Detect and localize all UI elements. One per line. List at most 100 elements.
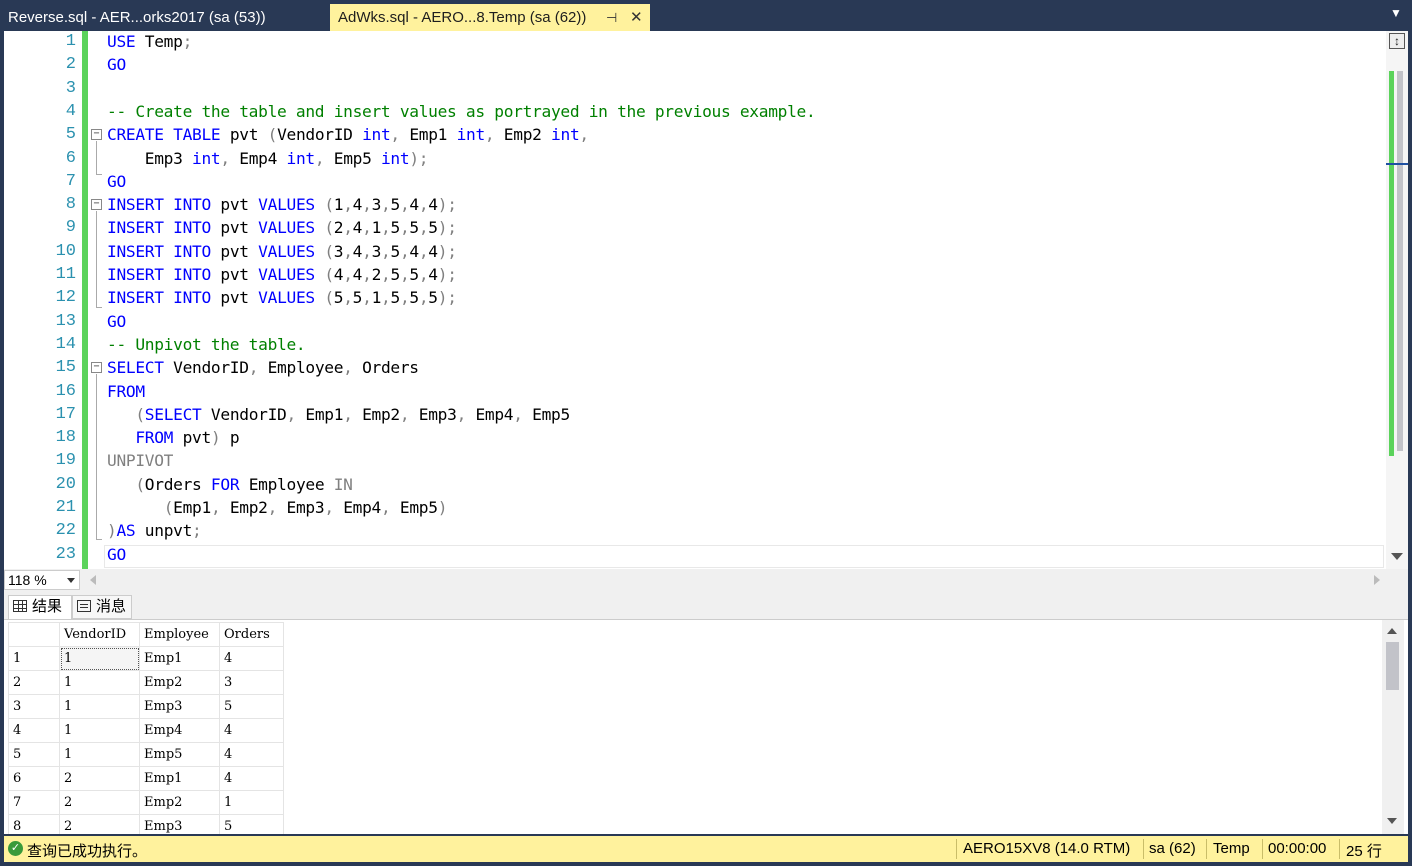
collapse-icon[interactable]: − — [91, 199, 102, 210]
grid-cell[interactable]: 4 — [219, 742, 284, 767]
grid-cell[interactable]: Emp3 — [139, 814, 220, 834]
tab-adwks-sql[interactable]: AdWks.sql - AERO...8.Temp (sa (62)) ⊣ ✕ — [330, 4, 650, 31]
scroll-down-icon[interactable] — [1387, 818, 1397, 824]
code-line[interactable]: USE Temp; — [107, 31, 192, 53]
code-line[interactable]: -- Unpivot the table. — [107, 333, 306, 356]
code-line[interactable]: FROM — [107, 380, 145, 403]
grid-cell[interactable]: 2 — [59, 790, 140, 815]
row-number[interactable]: 8 — [8, 814, 60, 834]
chevron-down-icon[interactable] — [67, 578, 75, 583]
grid-cell[interactable]: 1 — [59, 718, 140, 743]
results-vertical-scrollbar[interactable] — [1382, 620, 1404, 834]
column-header[interactable]: Employee — [139, 622, 220, 647]
grid-cell[interactable]: 1 — [59, 670, 140, 695]
code-token: , — [399, 195, 410, 215]
status-rows: 25 行 — [1346, 843, 1382, 860]
editor-horizontal-scrollbar[interactable] — [90, 574, 1380, 586]
table-row[interactable]: 5 1 Emp5 4 — [8, 742, 284, 767]
grid-cell[interactable]: Emp2 — [139, 670, 220, 695]
tab-reverse-sql[interactable]: Reverse.sql - AER...orks2017 (sa (53)) — [0, 4, 328, 31]
code-line[interactable]: GO — [107, 543, 126, 566]
grid-cell[interactable]: 4 — [219, 718, 284, 743]
code-line[interactable]: )AS unpvt; — [107, 519, 202, 542]
sql-editor[interactable]: 1 2 3 4 5 6 7 8 9 10 11 12 13 14 15 16 17 18 19 20 21 22 23 − … — [4, 31, 1408, 569]
column-header[interactable]: VendorID — [59, 622, 140, 647]
code-line[interactable]: (Emp1, Emp2, Emp3, Emp4, Emp5) — [107, 496, 448, 519]
code-line[interactable]: INSERT INTO pvt VALUES (4,4,2,5,5,4); — [107, 263, 457, 286]
code-line[interactable]: CREATE TABLE pvt (VendorID int, Emp1 int… — [107, 123, 589, 146]
column-header[interactable]: Orders — [219, 622, 284, 647]
pin-icon[interactable]: ⊣ — [606, 4, 617, 31]
results-grid[interactable]: VendorID Employee Orders 1 1 Emp1 4 2 1 Emp2 3 3… — [8, 622, 284, 834]
grid-cell[interactable]: Emp3 — [139, 694, 220, 719]
table-row[interactable]: 3 1 Emp3 5 — [8, 694, 284, 719]
zoom-select[interactable]: 118 % — [4, 570, 80, 590]
grid-cell[interactable]: 5 — [219, 814, 284, 834]
row-number[interactable]: 2 — [8, 670, 60, 695]
table-row[interactable]: 7 2 Emp2 1 — [8, 790, 284, 815]
code-token: , — [248, 358, 259, 378]
code-line[interactable]: GO — [107, 170, 126, 193]
scroll-left-icon[interactable] — [90, 575, 96, 585]
code-line[interactable]: (Orders FOR Employee IN — [107, 473, 353, 496]
scrollbar-thumb[interactable] — [1386, 642, 1399, 690]
row-number-header[interactable] — [8, 622, 60, 647]
grid-cell[interactable]: Emp2 — [139, 790, 220, 815]
code-token: SELECT — [144, 404, 202, 424]
collapse-icon[interactable]: − — [91, 362, 102, 373]
grid-cell[interactable]: 4 — [219, 766, 284, 791]
code-line[interactable]: INSERT INTO pvt VALUES (3,4,3,5,4,4); — [107, 240, 457, 263]
scroll-up-icon[interactable] — [1387, 628, 1397, 634]
grid-cell[interactable]: Emp4 — [139, 718, 220, 743]
grid-cell[interactable]: 4 — [219, 646, 284, 671]
scroll-right-icon[interactable] — [1374, 575, 1380, 585]
grid-icon — [13, 600, 27, 612]
code-line[interactable]: GO — [107, 53, 126, 76]
grid-cell[interactable]: 5 — [219, 694, 284, 719]
code-line[interactable]: UNPIVOT — [107, 449, 173, 472]
scrollbar-change-map — [1389, 71, 1394, 456]
code-line[interactable]: -- Create the table and insert values as… — [107, 100, 816, 123]
code-token: ); — [409, 148, 429, 168]
code-line[interactable]: SELECT VendorID, Employee, Orders — [107, 356, 419, 379]
grid-cell[interactable]: Emp5 — [139, 742, 220, 767]
code-line[interactable]: GO — [107, 310, 126, 333]
scroll-down-icon[interactable] — [1391, 553, 1403, 560]
row-number[interactable]: 1 — [8, 646, 60, 671]
row-number[interactable]: 6 — [8, 766, 60, 791]
grid-cell[interactable]: Emp1 — [139, 766, 220, 791]
table-row[interactable]: 4 1 Emp4 4 — [8, 718, 284, 743]
code-line[interactable]: Emp3 int, Emp4 int, Emp5 int); — [107, 147, 429, 170]
code-line[interactable]: INSERT INTO pvt VALUES (5,5,1,5,5,5); — [107, 286, 457, 309]
grid-cell[interactable]: 2 — [59, 766, 140, 791]
table-row[interactable]: 2 1 Emp2 3 — [8, 670, 284, 695]
row-number[interactable]: 3 — [8, 694, 60, 719]
row-number[interactable]: 5 — [8, 742, 60, 767]
close-icon[interactable]: ✕ — [630, 4, 643, 31]
table-row[interactable]: 6 2 Emp1 4 — [8, 766, 284, 791]
chevron-down-icon[interactable]: ▼ — [1390, 6, 1402, 20]
code-line[interactable]: INSERT INTO pvt VALUES (2,4,1,5,5,5); — [107, 216, 457, 239]
tab-messages[interactable]: 消息 — [72, 595, 132, 619]
table-row[interactable]: 8 2 Emp3 5 — [8, 814, 284, 834]
tab-results[interactable]: 结果 — [8, 595, 72, 619]
split-window-icon[interactable]: ↕ — [1389, 33, 1405, 49]
grid-cell[interactable]: Emp1 — [139, 646, 220, 671]
scrollbar-thumb[interactable] — [1397, 71, 1403, 451]
code-line[interactable]: FROM pvt) p — [107, 426, 239, 449]
code-line[interactable]: INSERT INTO pvt VALUES (1,4,3,5,4,4); — [107, 193, 457, 216]
grid-cell[interactable]: 1 — [59, 694, 140, 719]
code-token: int — [551, 125, 580, 145]
collapse-icon[interactable]: − — [91, 129, 102, 140]
change-tracking-bar — [82, 31, 88, 569]
row-number[interactable]: 4 — [8, 718, 60, 743]
editor-vertical-scrollbar[interactable]: ↕ — [1386, 31, 1408, 569]
grid-cell[interactable]: 3 — [219, 670, 284, 695]
table-row[interactable]: 1 1 Emp1 4 — [8, 646, 284, 671]
grid-cell[interactable]: 1 — [59, 646, 140, 671]
grid-cell[interactable]: 1 — [59, 742, 140, 767]
row-number[interactable]: 7 — [8, 790, 60, 815]
grid-cell[interactable]: 1 — [219, 790, 284, 815]
code-line[interactable]: (SELECT VendorID, Emp1, Emp2, Emp3, Emp4… — [107, 403, 570, 426]
grid-cell[interactable]: 2 — [59, 814, 140, 834]
